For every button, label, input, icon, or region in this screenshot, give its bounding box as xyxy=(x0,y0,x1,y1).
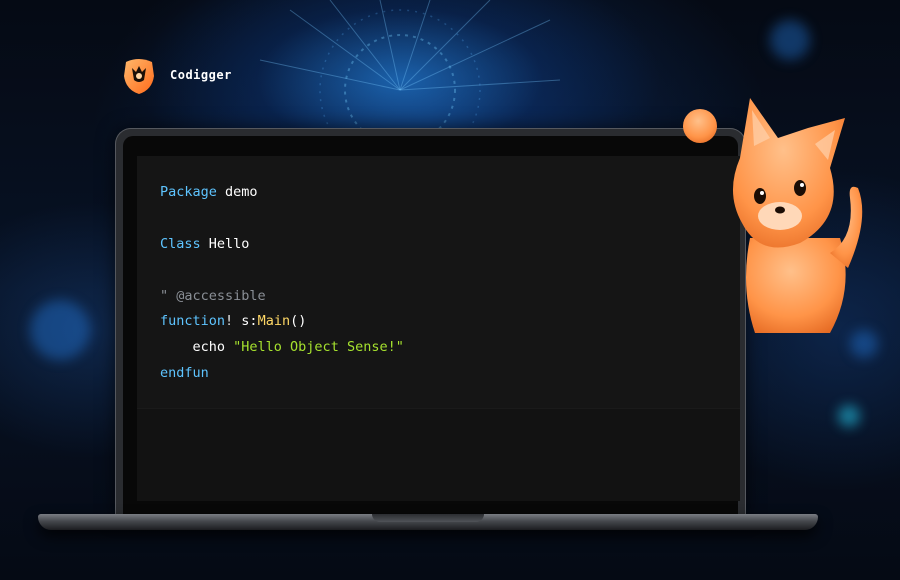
bokeh-light xyxy=(30,300,90,360)
code-token-plain: demo xyxy=(216,184,258,200)
fox-mascot-icon xyxy=(683,98,863,333)
code-line: echo "Hello Object Sense!" xyxy=(160,335,404,361)
code-token-str: "Hello Object Sense!" xyxy=(233,339,404,356)
code-line: endfun xyxy=(160,361,404,387)
code-token-bang: ! xyxy=(225,313,234,330)
hero-scene: Codigger Package demo Class Hello " @acc… xyxy=(0,0,900,580)
code-token-plain: Hello xyxy=(200,235,250,252)
editor-empty-area xyxy=(137,408,740,501)
laptop-base xyxy=(38,514,818,530)
code-line: Package demo xyxy=(160,180,404,206)
code-token-plain: echo xyxy=(160,339,234,356)
code-token-plain: () xyxy=(290,313,307,330)
laptop-bezel: Package demo Class Hello " @accessible fu… xyxy=(123,136,740,518)
bokeh-light xyxy=(838,405,860,427)
code-line: function! s:Main() xyxy=(160,309,404,335)
code-token-kw: function xyxy=(160,313,226,330)
bokeh-light xyxy=(770,20,810,60)
code-token-kw: Class xyxy=(160,235,201,252)
code-token-comment: " @accessible xyxy=(160,287,266,304)
brand-logo[interactable]: Codigger xyxy=(118,54,232,96)
code-token-fn: Main xyxy=(257,313,291,330)
code-line: Class Hello xyxy=(160,232,404,258)
code-block: Package demo Class Hello " @accessible fu… xyxy=(160,180,404,387)
laptop-notch xyxy=(372,514,484,522)
brand-name: Codigger xyxy=(170,68,232,82)
codigger-logo-icon xyxy=(124,59,154,94)
code-token-plain: s: xyxy=(233,313,258,330)
code-token-kw: Package xyxy=(160,184,217,200)
laptop: Package demo Class Hello " @accessible fu… xyxy=(115,128,746,518)
code-line: " @accessible xyxy=(160,284,404,310)
code-token-kw: endfun xyxy=(160,365,209,382)
code-editor: Package demo Class Hello " @accessible fu… xyxy=(137,156,740,501)
